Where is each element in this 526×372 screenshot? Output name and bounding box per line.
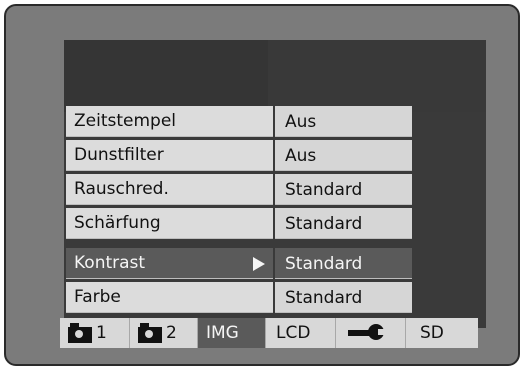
tab-setup[interactable] bbox=[336, 318, 406, 348]
menu-row-rauschred[interactable]: Rauschred. Standard bbox=[66, 174, 412, 207]
tab-sd[interactable]: SD bbox=[406, 318, 478, 348]
tab-camera-2[interactable]: 2 bbox=[130, 318, 198, 348]
menu-tab-bar: 1 2 IMG LCD SD bbox=[60, 318, 478, 348]
menu-item-label: Schärfung bbox=[66, 208, 273, 239]
play-arrow-icon bbox=[253, 257, 265, 271]
menu-item-label: Farbe bbox=[66, 282, 273, 313]
menu-item-value[interactable]: Standard bbox=[275, 282, 412, 313]
menu-item-label: Rauschred. bbox=[66, 174, 273, 205]
menu-item-value[interactable]: Standard bbox=[275, 248, 412, 279]
menu-row-schaerfung[interactable]: Schärfung Standard bbox=[66, 208, 412, 241]
wrench-icon bbox=[348, 323, 390, 343]
tab-lcd[interactable]: LCD bbox=[266, 318, 336, 348]
menu-item-label: Zeitstempel bbox=[66, 106, 273, 137]
camera-icon bbox=[138, 323, 162, 343]
camera-icon bbox=[68, 323, 92, 343]
tab-camera-1[interactable]: 1 bbox=[60, 318, 130, 348]
screen-right-margin bbox=[416, 112, 486, 328]
menu-item-value[interactable]: Standard bbox=[275, 174, 412, 205]
preview-area-right bbox=[268, 40, 486, 112]
preview-area-left bbox=[64, 40, 268, 112]
menu-row-dunstfilter[interactable]: Dunstfilter Aus bbox=[66, 140, 412, 173]
menu-item-value[interactable]: Standard bbox=[275, 208, 412, 239]
tab-camera-2-number: 2 bbox=[166, 323, 177, 343]
menu-item-label: Dunstfilter bbox=[66, 140, 273, 171]
tab-img[interactable]: IMG bbox=[198, 318, 266, 348]
menu-item-label: Kontrast bbox=[66, 248, 273, 279]
tab-camera-1-number: 1 bbox=[96, 323, 107, 343]
menu-row-zeitstempel[interactable]: Zeitstempel Aus bbox=[66, 106, 412, 139]
menu-item-value[interactable]: Aus bbox=[275, 140, 412, 171]
menu-item-value[interactable]: Aus bbox=[275, 106, 412, 137]
menu-item-label-text: Kontrast bbox=[74, 253, 146, 273]
menu-row-farbe[interactable]: Farbe Standard bbox=[66, 282, 412, 315]
menu-row-kontrast[interactable]: Kontrast Standard bbox=[66, 248, 412, 281]
